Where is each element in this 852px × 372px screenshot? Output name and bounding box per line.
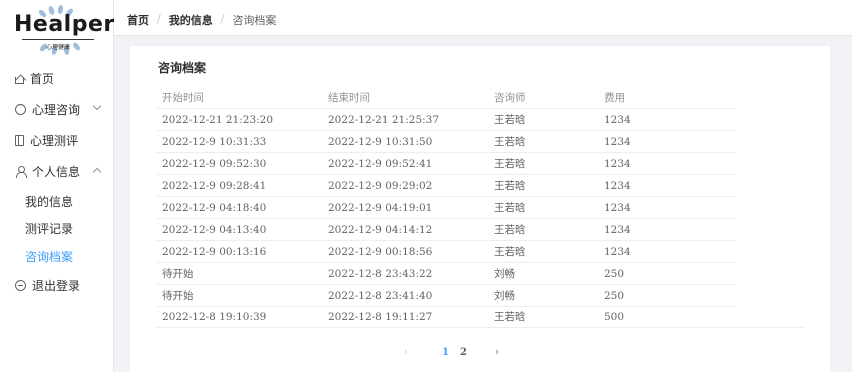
- pagination-page-1[interactable]: 1: [442, 346, 449, 360]
- cell-start-time: 2022-12-8 19:10:39: [162, 311, 267, 323]
- cell-counselor: 王若晗: [494, 224, 526, 236]
- cell-fee: 1234: [604, 224, 631, 236]
- table-row: 待开始 2022-12-8 23:43:22 刘畅 250: [156, 263, 736, 285]
- cell-end-time: 2022-12-9 04:19:01: [328, 202, 433, 214]
- exit-icon: [15, 279, 26, 291]
- cell-counselor: 王若晗: [494, 246, 526, 258]
- user-icon: [15, 165, 27, 178]
- table-bottom-border: [156, 327, 804, 328]
- logo-subtitle: 心理健康: [45, 44, 70, 51]
- pagination-next-button[interactable]: ›: [495, 346, 499, 360]
- home-icon: [15, 76, 24, 84]
- table-row: 2022-12-8 19:10:39 2022-12-8 19:11:27 王若…: [156, 306, 736, 328]
- sidebar-subitem-test-records[interactable]: 测评记录: [0, 216, 113, 240]
- cell-counselor: 王若晗: [494, 202, 526, 214]
- sidebar-item-label: 个人信息: [32, 164, 81, 179]
- cell-fee: 250: [604, 268, 625, 280]
- pagination-page-2[interactable]: 2: [460, 346, 467, 360]
- cell-fee: 1234: [604, 158, 631, 170]
- page-title: 咨询档案: [158, 61, 207, 75]
- cell-end-time: 2022-12-8 23:43:22: [328, 268, 433, 280]
- cell-fee: 1234: [604, 246, 631, 258]
- breadcrumb-my-info[interactable]: 我的信息: [169, 12, 213, 28]
- logo: Healper 心理健康: [14, 4, 115, 56]
- sidebar-subitem-label: 测评记录: [25, 221, 74, 236]
- cell-start-time: 2022-12-9 09:52:30: [162, 158, 267, 170]
- cell-end-time: 2022-12-9 00:18:56: [328, 246, 433, 258]
- pagination-prev-button[interactable]: ‹: [404, 346, 408, 360]
- cell-counselor: 王若晗: [494, 311, 526, 323]
- breadcrumb-separator: /: [157, 12, 161, 25]
- breadcrumb: 首页 / 我的信息 / 咨询档案: [127, 12, 276, 28]
- cell-counselor: 刘畅: [494, 268, 515, 280]
- cell-start-time: 待开始: [162, 268, 194, 280]
- sidebar-item-assessment[interactable]: 心理测评: [0, 127, 113, 153]
- column-header-end-time: 结束时间: [328, 92, 370, 104]
- book-icon: [15, 134, 24, 146]
- breadcrumb-home[interactable]: 首页: [127, 12, 149, 28]
- sidebar-subitem-label: 我的信息: [25, 194, 74, 209]
- cell-end-time: 2022-12-8 23:41:40: [328, 290, 433, 302]
- sidebar-item-label: 心理测评: [30, 133, 79, 148]
- table-row: 2022-12-21 21:23:20 2022-12-21 21:25:37 …: [156, 109, 736, 131]
- sidebar-subitem-my-info[interactable]: 我的信息: [0, 189, 113, 213]
- cell-counselor: 王若晗: [494, 136, 526, 148]
- logo-text: Healper: [14, 12, 115, 37]
- chat-icon: [15, 101, 26, 115]
- sidebar-subitem-label: 咨询档案: [25, 249, 74, 264]
- table-row: 2022-12-9 00:13:16 2022-12-9 00:18:56 王若…: [156, 241, 736, 263]
- table-header: 开始时间 结束时间 咨询师 费用: [156, 87, 736, 109]
- table-row: 待开始 2022-12-8 23:41:40 刘畅 250: [156, 285, 736, 307]
- cell-start-time: 2022-12-9 00:13:16: [162, 246, 267, 258]
- cell-counselor: 刘畅: [494, 290, 515, 302]
- sidebar-subitem-consult-archive[interactable]: 咨询档案: [0, 244, 113, 268]
- cell-counselor: 王若晗: [494, 180, 526, 192]
- cell-end-time: 2022-12-9 09:29:02: [328, 180, 433, 192]
- cell-start-time: 待开始: [162, 290, 194, 302]
- table-row: 2022-12-9 10:31:33 2022-12-9 10:31:50 王若…: [156, 131, 736, 153]
- cell-start-time: 2022-12-9 04:18:40: [162, 202, 267, 214]
- chevron-down-icon: [92, 101, 102, 111]
- column-header-start-time: 开始时间: [162, 92, 204, 104]
- cell-fee: 1234: [604, 114, 631, 126]
- sidebar-item-personal-info[interactable]: 个人信息: [0, 158, 113, 184]
- cell-counselor: 王若晗: [494, 114, 526, 126]
- cell-start-time: 2022-12-9 09:28:41: [162, 180, 267, 192]
- sidebar-item-home[interactable]: 首页: [0, 65, 113, 91]
- cell-end-time: 2022-12-9 10:31:50: [328, 136, 433, 148]
- sidebar-item-label: 首页: [30, 71, 55, 86]
- cell-fee: 250: [604, 290, 625, 302]
- sidebar-item-label: 心理咨询: [32, 102, 81, 117]
- cell-start-time: 2022-12-9 04:13:40: [162, 224, 267, 236]
- cell-start-time: 2022-12-9 10:31:33: [162, 136, 267, 148]
- table-row: 2022-12-9 04:13:40 2022-12-9 04:14:12 王若…: [156, 219, 736, 241]
- sidebar-item-consultation[interactable]: 心理咨询: [0, 96, 113, 122]
- header: 首页 / 我的信息 / 咨询档案: [114, 0, 852, 36]
- breadcrumb-current: 咨询档案: [232, 14, 277, 27]
- column-header-fee: 费用: [604, 92, 625, 104]
- cell-counselor: 王若晗: [494, 158, 526, 170]
- cell-fee: 1234: [604, 136, 631, 148]
- table-row: 2022-12-9 09:52:30 2022-12-9 09:52:41 王若…: [156, 153, 736, 175]
- cell-end-time: 2022-12-21 21:25:37: [328, 114, 440, 126]
- cell-end-time: 2022-12-9 04:14:12: [328, 224, 433, 236]
- table-row: 2022-12-9 09:28:41 2022-12-9 09:29:02 王若…: [156, 175, 736, 197]
- logo-divider: [22, 39, 94, 40]
- breadcrumb-separator: /: [220, 12, 225, 25]
- chevron-up-icon: [92, 167, 102, 177]
- cell-fee: 1234: [604, 180, 631, 192]
- table-row: 2022-12-9 04:18:40 2022-12-9 04:19:01 王若…: [156, 197, 736, 219]
- cell-end-time: 2022-12-8 19:11:27: [328, 311, 433, 323]
- cell-end-time: 2022-12-9 09:52:41: [328, 158, 433, 170]
- column-header-counselor: 咨询师: [494, 92, 526, 104]
- sidebar-item-logout[interactable]: 退出登录: [0, 272, 113, 298]
- cell-start-time: 2022-12-21 21:23:20: [162, 114, 274, 126]
- sidebar-item-label: 退出登录: [32, 278, 81, 293]
- sidebar: Healper 心理健康 首页 心理咨询 心理测评 个人信息 我的信息 测评记录…: [0, 0, 114, 372]
- cell-fee: 1234: [604, 202, 631, 214]
- cell-fee: 500: [604, 311, 625, 323]
